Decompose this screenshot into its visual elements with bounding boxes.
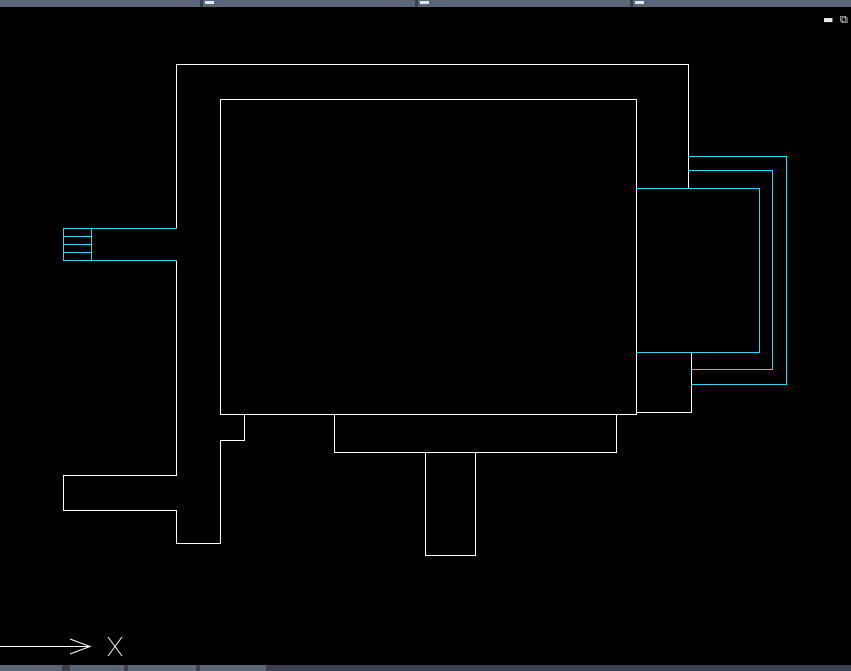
bottom-column (425, 452, 476, 556)
right-annex (636, 352, 692, 413)
bottom-step (334, 414, 617, 453)
drawing-canvas[interactable] (0, 0, 851, 671)
outer-wall-left-lower (63, 260, 245, 544)
right-bay-inner (636, 188, 760, 353)
bottom-status-strip (0, 665, 851, 671)
ucs-icon (0, 636, 123, 657)
inner-room (220, 99, 637, 415)
right-bay-outer (688, 156, 787, 385)
outer-wall (176, 64, 689, 229)
